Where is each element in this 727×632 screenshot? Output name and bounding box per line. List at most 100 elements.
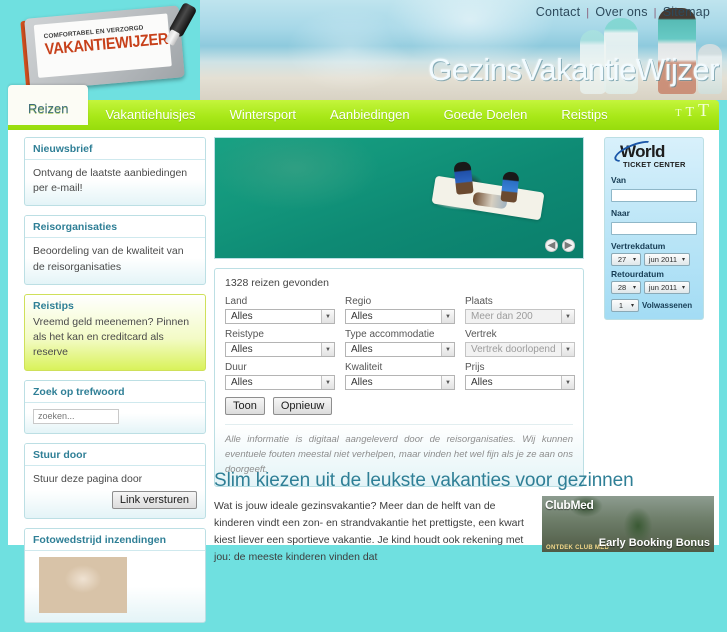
sidebar-box-title: Fotowedstrijd inzendingen	[25, 529, 205, 552]
nav-tab-reizen[interactable]: Reizen	[8, 85, 89, 125]
wtc-to-input[interactable]	[611, 222, 697, 235]
field-kwaliteit: Kwaliteit Alles ▼	[345, 362, 455, 390]
sidebar-box-reistips[interactable]: Reistips Vreemd geld meenemen? Pinnen al…	[24, 293, 206, 371]
gallery-prev-icon[interactable]: ◀	[545, 239, 558, 252]
field-land: Land Alles ▼	[225, 296, 335, 324]
top-utility-nav: Contact | Over ons | Sitemap	[533, 5, 713, 19]
chevron-down-icon[interactable]: ▼	[561, 310, 574, 323]
left-sidebar: Nieuwsbrief Ontvang de laatste aanbiedin…	[24, 137, 206, 632]
nav-tab-goede-doelen[interactable]: Goede Doelen	[427, 100, 545, 130]
chevron-down-icon[interactable]: ▼	[321, 310, 334, 323]
sidebar-box-title: Zoek op trefwoord	[25, 380, 205, 403]
nav-tab-wintersport[interactable]: Wintersport	[213, 100, 313, 130]
photo-contest-thumbnail[interactable]	[39, 557, 127, 614]
chevron-down-icon[interactable]: ▾	[630, 283, 639, 292]
field-label: Regio	[345, 296, 372, 307]
field-type-accommodatie: Type accommodatie Alles ▼	[345, 329, 455, 357]
chevron-down-icon[interactable]: ▾	[679, 255, 688, 264]
field-label: Land	[225, 296, 248, 307]
select-plaats[interactable]: Meer dan 200 ▼	[465, 309, 575, 324]
text-size-small-icon[interactable]: T	[675, 108, 681, 119]
chevron-down-icon[interactable]: ▾	[628, 301, 637, 310]
select-vertrek[interactable]: Vertrek doorlopend ▼	[465, 342, 575, 357]
top-link-over-ons[interactable]: Over ons	[592, 5, 650, 19]
gallery-next-icon[interactable]: ▶	[562, 239, 575, 252]
select-value: Meer dan 200	[471, 311, 533, 322]
chevron-down-icon[interactable]: ▼	[321, 343, 334, 356]
wtc-return-month-select[interactable]: jun 2011 ▾	[644, 281, 690, 294]
site-logo[interactable]: COMFORTABEL EN VERZORGD VAKANTIEWIJZER	[20, 1, 198, 91]
nav-tab-list: Reizen Vakantiehuisjes Wintersport Aanbi…	[8, 85, 625, 130]
select-type-accommodatie[interactable]: Alles ▼	[345, 342, 455, 357]
site-title: GezinsVakantieWijzer	[428, 52, 719, 87]
nav-tab-reistips[interactable]: Reistips	[544, 100, 624, 130]
select-value: Alles	[471, 377, 493, 388]
wtc-from-input[interactable]	[611, 189, 697, 202]
site-header: COMFORTABEL EN VERZORGD VAKANTIEWIJZER C…	[0, 0, 727, 100]
sidebar-box-zoek-op-trefwoord: Zoek op trefwoord	[24, 379, 206, 435]
chevron-down-icon[interactable]: ▾	[679, 283, 688, 292]
text-size-controls: T T T	[675, 100, 709, 130]
chevron-down-icon[interactable]: ▼	[441, 376, 454, 389]
search-row: Land Alles ▼ Regio Alles ▼ Plaats Meer d…	[225, 296, 575, 324]
select-value: 28	[617, 283, 627, 292]
right-column: World TICKET CENTER Van Naar Vertrekdatu…	[604, 137, 704, 320]
center-column: ◀ ▶ 1328 reizen gevonden Land Alles ▼ Re…	[214, 137, 584, 487]
field-prijs: Prijs Alles ▼	[465, 362, 575, 390]
sidebar-box-fotowedstrijd[interactable]: Fotowedstrijd inzendingen	[24, 528, 206, 624]
select-duur[interactable]: Alles ▼	[225, 375, 335, 390]
chevron-down-icon[interactable]: ▼	[441, 310, 454, 323]
nav-tab-vakantiehuisjes[interactable]: Vakantiehuisjes	[88, 100, 212, 130]
sidebar-box-title: Reistips	[33, 299, 74, 312]
wtc-return-day-select[interactable]: 28 ▾	[611, 281, 641, 294]
hero-person-right	[500, 171, 520, 203]
wtc-adults-label: Volwassenen	[642, 301, 693, 310]
select-reistype[interactable]: Alles ▼	[225, 342, 335, 357]
article-section: Slim kiezen uit de leukste vakanties voo…	[214, 470, 714, 566]
hero-image: ◀ ▶	[214, 137, 584, 259]
world-ticket-center-widget: World TICKET CENTER Van Naar Vertrekdatu…	[604, 137, 704, 320]
field-label: Vertrek	[465, 329, 497, 340]
hero-person-left	[453, 161, 474, 195]
select-regio[interactable]: Alles ▼	[345, 309, 455, 324]
chevron-down-icon[interactable]: ▼	[561, 343, 574, 356]
wtc-depart-month-select[interactable]: jun 2011 ▾	[644, 253, 690, 266]
select-value: jun 2011	[648, 255, 678, 264]
select-kwaliteit[interactable]: Alles ▼	[345, 375, 455, 390]
chevron-down-icon[interactable]: ▼	[321, 376, 334, 389]
search-row: Duur Alles ▼ Kwaliteit Alles ▼ Prijs All…	[225, 362, 575, 390]
select-land[interactable]: Alles ▼	[225, 309, 335, 324]
trip-search-panel: 1328 reizen gevonden Land Alles ▼ Regio …	[214, 268, 584, 487]
reset-form-button[interactable]: Opnieuw	[272, 397, 333, 415]
select-value: 27	[617, 255, 627, 264]
article-title: Slim kiezen uit de leukste vakanties voo…	[214, 470, 634, 491]
wtc-depart-day-select[interactable]: 27 ▾	[611, 253, 641, 266]
wtc-depart-label: Vertrekdatum	[611, 241, 666, 251]
select-prijs[interactable]: Alles ▼	[465, 375, 575, 390]
select-value: Alles	[351, 377, 373, 388]
wtc-adults-select[interactable]: 1 ▾	[611, 299, 639, 312]
field-label: Duur	[225, 362, 247, 373]
select-value: Alles	[351, 311, 373, 322]
sidebar-box-nieuwsbrief[interactable]: Nieuwsbrief Ontvang de laatste aanbiedin…	[24, 137, 206, 207]
text-size-large-icon[interactable]: T	[698, 100, 709, 121]
select-value: Alles	[231, 344, 253, 355]
chevron-down-icon[interactable]: ▾	[630, 255, 639, 264]
field-label: Plaats	[465, 296, 493, 307]
sidebar-box-title: Reisorganisaties	[25, 216, 205, 239]
sidebar-box-reisorganisaties[interactable]: Reisorganisaties Beoordeling van de kwal…	[24, 215, 206, 285]
top-link-sitemap[interactable]: Sitemap	[660, 5, 713, 19]
show-results-button[interactable]: Toon	[225, 397, 265, 415]
nav-tab-aanbiedingen[interactable]: Aanbiedingen	[313, 100, 427, 130]
top-link-contact[interactable]: Contact	[533, 5, 583, 19]
select-value: Alles	[231, 311, 253, 322]
send-link-button[interactable]: Link versturen	[111, 491, 197, 510]
chevron-down-icon[interactable]: ▼	[561, 376, 574, 389]
search-input[interactable]	[33, 408, 119, 424]
page-content: Nieuwsbrief Ontvang de laatste aanbiedin…	[8, 130, 719, 624]
clubmed-advertisement[interactable]: ClubMed ONTDEK CLUB MED Early Booking Bo…	[542, 496, 714, 552]
hero-gallery-nav: ◀ ▶	[545, 239, 575, 252]
sidebar-box-title: Stuur door	[25, 444, 205, 467]
chevron-down-icon[interactable]: ▼	[441, 343, 454, 356]
text-size-medium-icon[interactable]: T	[685, 105, 694, 121]
